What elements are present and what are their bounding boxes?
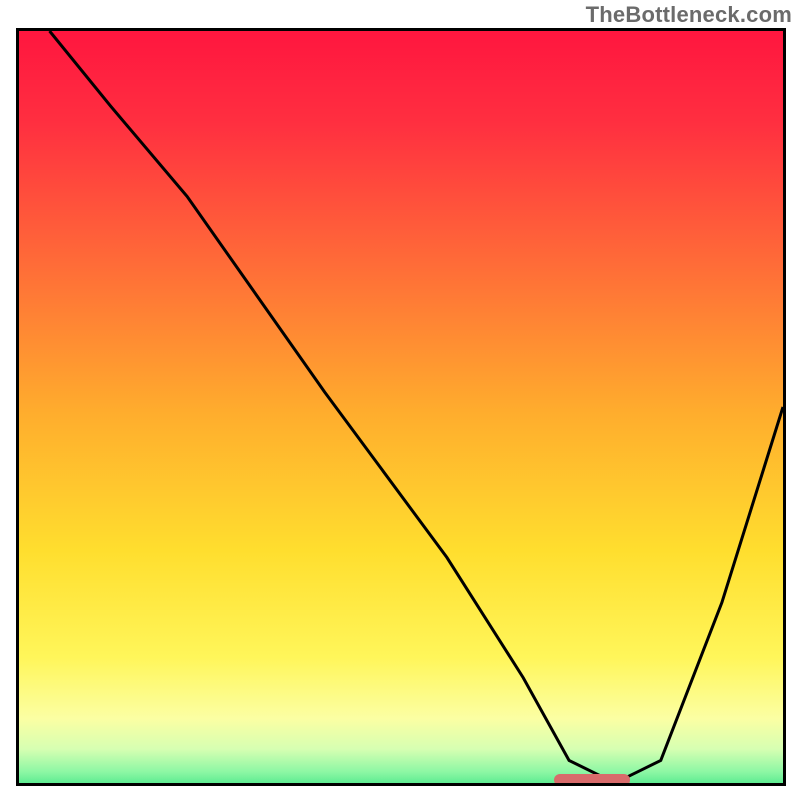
curve-layer (19, 31, 783, 783)
bottleneck-curve (50, 31, 783, 783)
watermark-text: TheBottleneck.com (586, 2, 792, 28)
optimal-marker (554, 774, 630, 786)
plot-area (16, 28, 786, 786)
chart-frame: TheBottleneck.com (0, 0, 800, 800)
